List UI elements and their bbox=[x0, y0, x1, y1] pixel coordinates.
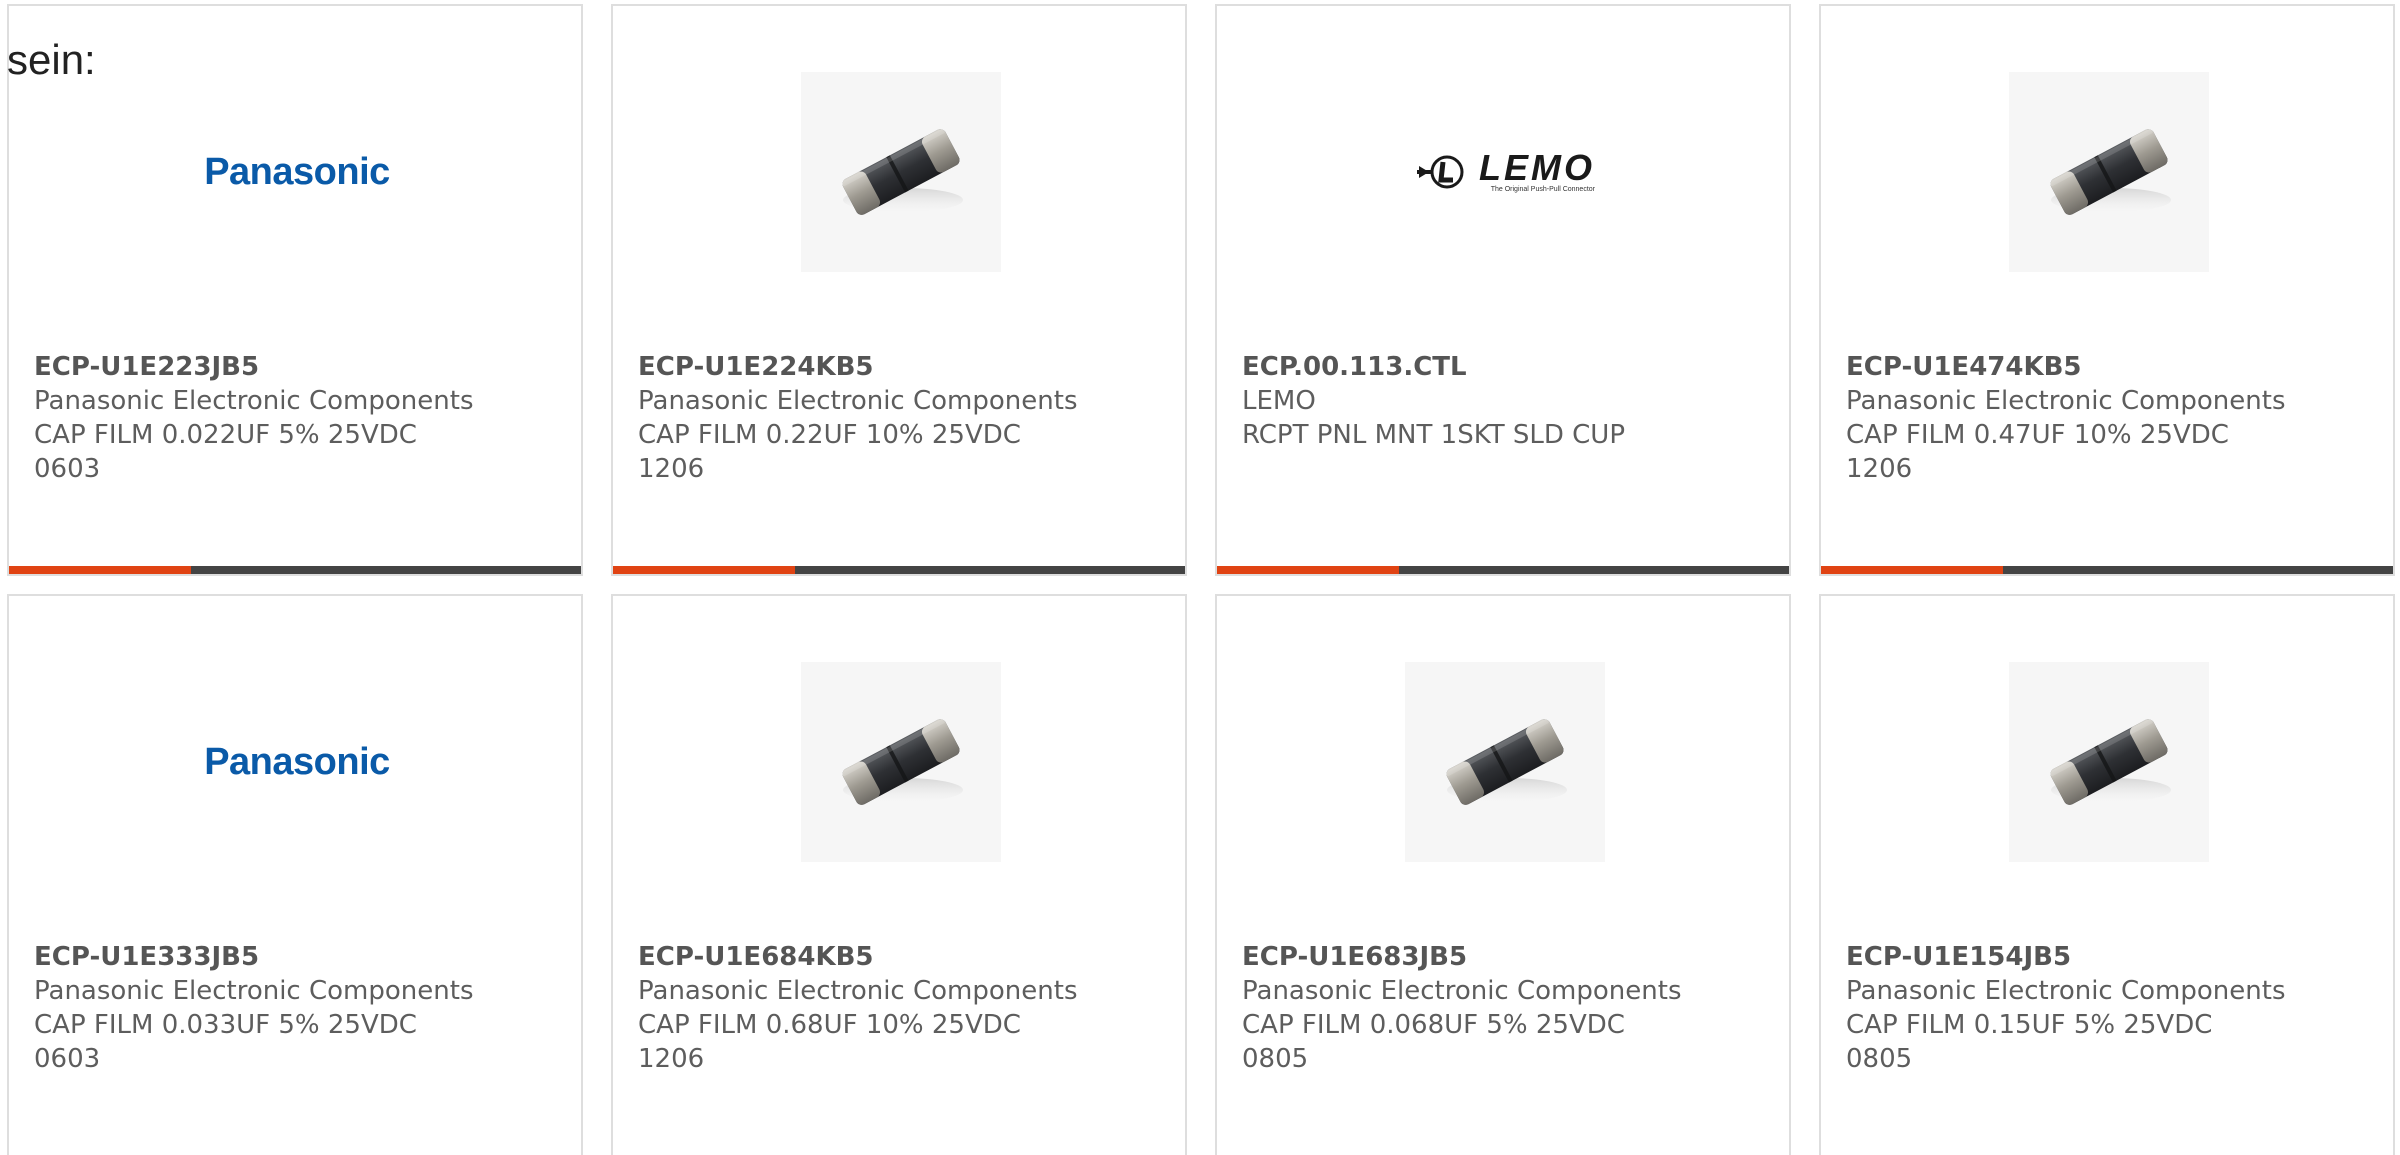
package: 1206 bbox=[638, 454, 705, 484]
part-number[interactable]: ECP-U1E154JB5 bbox=[1846, 940, 2377, 974]
package: 0603 bbox=[34, 1044, 101, 1074]
description: CAP FILM 0.068UF 5% 25VDC bbox=[1242, 1010, 1625, 1040]
card-accent-bar bbox=[613, 566, 1185, 574]
capacitor-image bbox=[2049, 718, 2171, 805]
part-number[interactable]: ECP-U1E683JB5 bbox=[1242, 940, 1773, 974]
part-number[interactable]: ECP-U1E684KB5 bbox=[638, 940, 1169, 974]
part-number[interactable]: ECP.00.113.CTL bbox=[1242, 350, 1773, 384]
product-card[interactable]: ECP-U1E224KB5 Panasonic Electronic Compo… bbox=[611, 4, 1187, 576]
lemo-logo: LEMO The Original Push-Pull Connector bbox=[1415, 149, 1595, 194]
manufacturer: Panasonic Electronic Components bbox=[1846, 386, 2286, 416]
manufacturer: Panasonic Electronic Components bbox=[638, 976, 1078, 1006]
product-card[interactable]: Panasonic ECP-U1E223JB5 Panasonic Electr… bbox=[7, 4, 583, 576]
product-info: ECP-U1E684KB5 Panasonic Electronic Compo… bbox=[638, 940, 1169, 1076]
capacitor-image bbox=[841, 128, 963, 215]
product-card[interactable]: ECP-U1E684KB5 Panasonic Electronic Compo… bbox=[611, 594, 1187, 1155]
product-card[interactable]: Panasonic ECP-U1E333JB5 Panasonic Electr… bbox=[7, 594, 583, 1155]
manufacturer: Panasonic Electronic Components bbox=[34, 386, 474, 416]
product-card[interactable]: ECP-U1E154JB5 Panasonic Electronic Compo… bbox=[1819, 594, 2395, 1155]
package: 0805 bbox=[1242, 1044, 1309, 1074]
description: CAP FILM 0.033UF 5% 25VDC bbox=[34, 1010, 417, 1040]
product-info: ECP-U1E223JB5 Panasonic Electronic Compo… bbox=[34, 350, 565, 486]
product-card[interactable]: ECP-U1E683JB5 Panasonic Electronic Compo… bbox=[1215, 594, 1791, 1155]
product-image bbox=[1405, 662, 1605, 862]
package: 1206 bbox=[638, 1044, 705, 1074]
product-image: Panasonic bbox=[197, 72, 397, 272]
capacitor-image bbox=[2049, 128, 2171, 215]
manufacturer: Panasonic Electronic Components bbox=[34, 976, 474, 1006]
product-info: ECP-U1E224KB5 Panasonic Electronic Compo… bbox=[638, 350, 1169, 486]
description: CAP FILM 0.47UF 10% 25VDC bbox=[1846, 420, 2229, 450]
product-image bbox=[801, 662, 1001, 862]
product-image bbox=[2009, 662, 2209, 862]
part-number[interactable]: ECP-U1E224KB5 bbox=[638, 350, 1169, 384]
manufacturer: Panasonic Electronic Components bbox=[1242, 976, 1682, 1006]
product-image bbox=[801, 72, 1001, 272]
product-info: ECP.00.113.CTL LEMO RCPT PNL MNT 1SKT SL… bbox=[1242, 350, 1773, 452]
panasonic-logo: Panasonic bbox=[204, 150, 390, 193]
description: CAP FILM 0.22UF 10% 25VDC bbox=[638, 420, 1021, 450]
card-accent-bar bbox=[9, 566, 581, 574]
product-info: ECP-U1E333JB5 Panasonic Electronic Compo… bbox=[34, 940, 565, 1076]
package: 1206 bbox=[1846, 454, 1913, 484]
part-number[interactable]: ECP-U1E474KB5 bbox=[1846, 350, 2377, 384]
description: CAP FILM 0.68UF 10% 25VDC bbox=[638, 1010, 1021, 1040]
panasonic-logo: Panasonic bbox=[204, 740, 390, 783]
capacitor-image bbox=[841, 718, 963, 805]
description: RCPT PNL MNT 1SKT SLD CUP bbox=[1242, 420, 1626, 450]
product-card[interactable]: LEMO The Original Push-Pull Connector ECP… bbox=[1215, 4, 1791, 576]
card-accent-bar bbox=[1217, 566, 1789, 574]
product-info: ECP-U1E683JB5 Panasonic Electronic Compo… bbox=[1242, 940, 1773, 1076]
product-image: LEMO The Original Push-Pull Connector bbox=[1405, 72, 1605, 272]
manufacturer: Panasonic Electronic Components bbox=[1846, 976, 2286, 1006]
manufacturer: Panasonic Electronic Components bbox=[638, 386, 1078, 416]
product-info: ECP-U1E474KB5 Panasonic Electronic Compo… bbox=[1846, 350, 2377, 486]
product-card[interactable]: ECP-U1E474KB5 Panasonic Electronic Compo… bbox=[1819, 4, 2395, 576]
card-accent-bar bbox=[1821, 566, 2393, 574]
package: 0603 bbox=[34, 454, 101, 484]
package: 0805 bbox=[1846, 1044, 1913, 1074]
part-number[interactable]: ECP-U1E333JB5 bbox=[34, 940, 565, 974]
intro-text: sein: bbox=[7, 36, 96, 83]
product-info: ECP-U1E154JB5 Panasonic Electronic Compo… bbox=[1846, 940, 2377, 1076]
product-image bbox=[2009, 72, 2209, 272]
part-number[interactable]: ECP-U1E223JB5 bbox=[34, 350, 565, 384]
capacitor-image bbox=[1445, 718, 1567, 805]
description: CAP FILM 0.15UF 5% 25VDC bbox=[1846, 1010, 2213, 1040]
manufacturer: LEMO bbox=[1242, 386, 1316, 416]
product-image: Panasonic bbox=[197, 662, 397, 862]
description: CAP FILM 0.022UF 5% 25VDC bbox=[34, 420, 417, 450]
